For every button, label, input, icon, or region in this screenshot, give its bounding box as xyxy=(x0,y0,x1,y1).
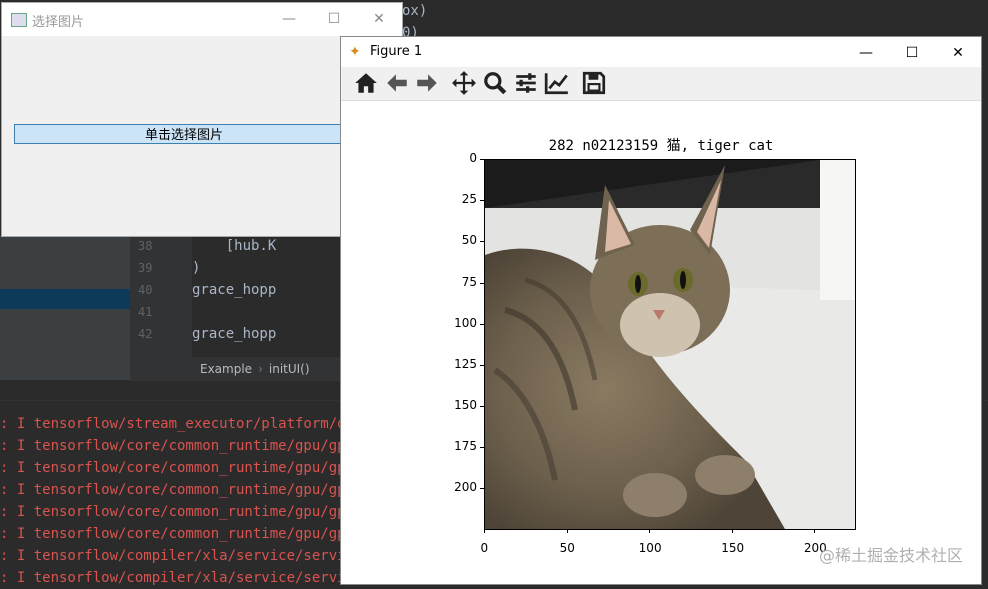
line-number: 40 xyxy=(138,283,153,297)
console-line: : I tensorflow/stream_executor/platform/… xyxy=(0,416,363,432)
x-tick-mark xyxy=(484,529,485,533)
watermark: @稀土掘金技术社区 xyxy=(818,546,963,565)
y-tick-label: 75 xyxy=(461,274,477,289)
console-line: : I tensorflow/core/common_runtime/gpu/g… xyxy=(0,482,363,498)
line-number: 41 xyxy=(138,305,153,319)
y-tick-mark xyxy=(480,282,484,284)
close-button[interactable]: ✕ xyxy=(356,3,402,36)
y-tick-label: 125 xyxy=(454,356,477,371)
breadcrumb-method[interactable]: initUI() xyxy=(269,362,310,376)
console-line: : I tensorflow/compiler/xla/service/serv… xyxy=(0,570,363,586)
console-line: : I tensorflow/core/common_runtime/gpu/g… xyxy=(0,460,363,476)
y-tick-mark xyxy=(480,200,484,202)
close-button[interactable]: ✕ xyxy=(935,37,981,70)
console-line: : I tensorflow/core/common_runtime/gpu/g… xyxy=(0,526,363,542)
x-tick-mark xyxy=(731,529,733,533)
code-editor[interactable]: [hub.K ) grace_hopp grace_hopp xyxy=(192,235,340,357)
code-line: grace_hopp xyxy=(192,282,277,298)
configure-subplots-icon[interactable] xyxy=(513,70,541,98)
y-tick-mark xyxy=(480,241,484,243)
x-tick-label: 100 xyxy=(638,541,662,555)
minimize-button[interactable]: — xyxy=(843,37,889,70)
select-image-button[interactable]: 单击选择图片 xyxy=(14,124,354,144)
y-tick-mark xyxy=(480,488,484,490)
y-tick-label: 100 xyxy=(454,315,477,330)
y-tick-mark xyxy=(480,159,484,160)
figure-titlebar[interactable]: ✦ Figure 1 — ☐ ✕ xyxy=(341,37,981,67)
x-tick-label: 50 xyxy=(559,541,575,555)
edit-axis-icon[interactable] xyxy=(544,70,572,98)
breadcrumb-separator: › xyxy=(258,362,263,376)
window-titlebar[interactable]: 选择图片 — ☐ ✕ xyxy=(2,3,402,36)
x-tick-mark xyxy=(814,529,816,533)
x-tick-mark xyxy=(566,529,568,533)
x-tick-mark xyxy=(649,529,651,533)
app-window-icon xyxy=(11,13,27,27)
line-number: 38 xyxy=(138,239,153,253)
y-tick-label: 200 xyxy=(454,480,477,495)
y-tick-label: 25 xyxy=(461,192,477,207)
plot-canvas[interactable]: 282 n02123159 猫, tiger cat 0 25 50 75 10… xyxy=(341,101,981,584)
code-line: grace_hopp xyxy=(192,326,277,342)
forward-icon[interactable] xyxy=(414,70,442,98)
breadcrumb: Example › initUI() xyxy=(130,357,340,381)
code-line: ox) xyxy=(402,3,428,19)
figure-window: ✦ Figure 1 — ☐ ✕ 282 n02123159 猫, tiger … xyxy=(340,36,982,585)
chart-title: 282 n02123159 猫, tiger cat xyxy=(548,138,774,154)
y-tick-mark xyxy=(480,364,484,366)
maximize-button[interactable]: ☐ xyxy=(311,3,357,36)
x-tick-label: 0 xyxy=(480,541,489,555)
y-tick-label: 50 xyxy=(461,233,477,248)
figure-title: Figure 1 xyxy=(370,44,423,59)
cat-image xyxy=(485,160,855,529)
zoom-icon[interactable] xyxy=(482,70,510,98)
code-line: [hub.K xyxy=(192,238,277,254)
maximize-button[interactable]: ☐ xyxy=(889,37,935,70)
console-line: : I tensorflow/core/common_runtime/gpu/g… xyxy=(0,438,363,454)
line-number: 39 xyxy=(138,261,153,275)
x-tick-label: 150 xyxy=(721,541,745,555)
console-line: : I tensorflow/core/common_runtime/gpu/g… xyxy=(0,504,363,520)
home-icon[interactable] xyxy=(353,70,381,98)
line-number: 42 xyxy=(138,327,153,341)
y-tick-mark xyxy=(480,323,484,325)
y-tick-mark xyxy=(480,447,484,449)
matplotlib-icon: ✦ xyxy=(349,44,361,60)
pan-icon[interactable] xyxy=(451,70,479,98)
minimize-button[interactable]: — xyxy=(266,3,312,36)
breadcrumb-class[interactable]: Example xyxy=(200,362,252,376)
code-line: ) xyxy=(192,260,201,276)
project-selected-row[interactable] xyxy=(0,289,130,309)
image-axes[interactable] xyxy=(484,159,856,530)
console-line: : I tensorflow/compiler/xla/service/serv… xyxy=(0,548,363,564)
save-icon[interactable] xyxy=(581,70,609,98)
y-tick-label: 150 xyxy=(454,398,477,413)
line-number-gutter: 38 39 40 41 42 xyxy=(130,235,192,357)
y-tick-mark xyxy=(480,406,484,408)
y-tick-label: 0 xyxy=(469,151,477,165)
y-tick-label: 175 xyxy=(454,439,477,454)
window-title: 选择图片 xyxy=(32,15,85,30)
back-icon[interactable] xyxy=(384,70,412,98)
matplotlib-toolbar xyxy=(341,67,981,101)
